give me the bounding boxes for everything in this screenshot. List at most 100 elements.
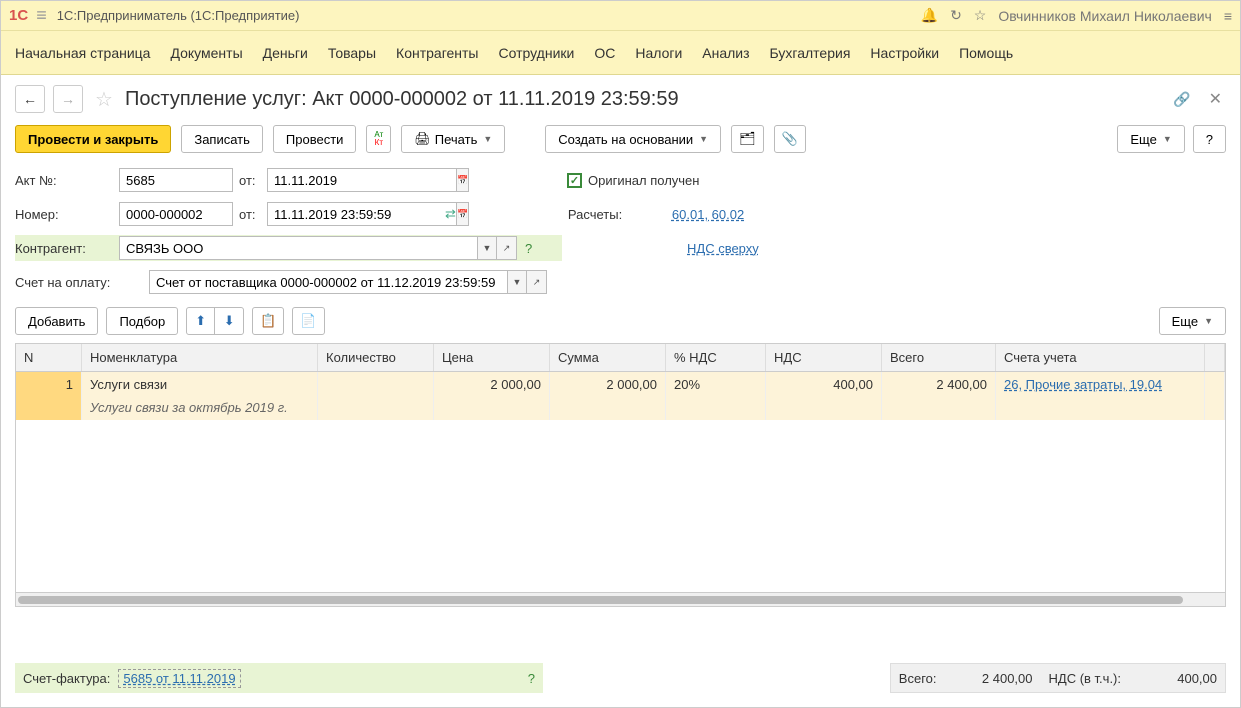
number-input[interactable] [119,202,233,226]
menu-help[interactable]: Помощь [959,45,1013,61]
write-button[interactable]: Записать [181,125,263,153]
number-label: Номер: [15,207,119,222]
act-no-input[interactable] [119,168,233,192]
link-icon[interactable]: 🔗 [1173,91,1190,108]
copy-button[interactable]: 📋 [252,307,284,335]
menu-taxes[interactable]: Налоги [635,45,682,61]
original-checkbox[interactable]: ✓ [567,173,582,188]
print-button[interactable]: 🖨Печать▼ [401,125,505,153]
vat-mode-link[interactable]: НДС сверху [687,241,759,256]
dtkt-button[interactable]: АтКт [366,125,391,153]
calc-link[interactable]: 60.01, 60.02 [672,207,744,222]
table-row[interactable]: 1 Услуги связи Услуги связи за октябрь 2… [16,372,1225,420]
invoice-label: Счет на оплату: [15,275,149,290]
cell-vats[interactable]: 400,00 [766,372,882,420]
menu-settings[interactable]: Настройки [870,45,939,61]
favorite-star-icon[interactable]: ☆ [95,87,113,112]
col-n[interactable]: N [16,344,82,371]
col-tot[interactable]: Всего [882,344,996,371]
total-value: 2 400,00 [943,671,1033,686]
attach-button[interactable]: 📎 [774,125,806,153]
scrollbar[interactable] [15,593,1226,607]
menu-analysis[interactable]: Анализ [702,45,749,61]
close-icon[interactable]: ✕ [1209,89,1222,109]
calendar-icon[interactable]: 📅 [456,202,469,226]
menu-icon[interactable]: ≡ [1224,8,1232,24]
col-vats[interactable]: НДС [766,344,882,371]
title-bar: 1С ≡ 1С:Предприниматель (1С:Предприятие)… [1,1,1240,31]
act-date-input[interactable] [267,168,456,192]
paste-button[interactable]: 📄 [292,307,324,335]
cell-sum[interactable]: 2 000,00 [550,372,666,420]
post-button[interactable]: Провести [273,125,357,153]
calendar-icon[interactable]: 📅 [456,168,469,192]
col-vat[interactable]: % НДС [666,344,766,371]
bell-icon[interactable]: 🔔 [921,7,938,24]
pick-button[interactable]: Подбор [106,307,178,335]
table-toolbar: Добавить Подбор ⬆ ⬇ 📋 📄 Еще▼ [1,303,1240,339]
act-no-label: Акт №: [15,173,119,188]
post-and-close-button[interactable]: Провести и закрыть [15,125,171,153]
history-icon[interactable]: ↻ [950,7,962,24]
app-logo: 1С [9,7,28,24]
contragent-help[interactable]: ? [525,241,532,256]
move-up-icon[interactable]: ⬆ [187,308,215,334]
vat-value: 400,00 [1127,671,1217,686]
cell-acc[interactable]: 26, Прочие затраты, 19.04 [996,372,1205,420]
total-label: Всего: [899,671,937,686]
contragent-label: Контрагент: [15,241,119,256]
cell-vat[interactable]: 20% [666,372,766,420]
menu-os[interactable]: ОС [594,45,615,61]
add-button[interactable]: Добавить [15,307,98,335]
user-name[interactable]: Овчинников Михаил Николаевич [998,8,1211,24]
more-button[interactable]: Еще▼ [1117,125,1184,153]
col-acc[interactable]: Счета учета [996,344,1205,371]
calc-label: Расчеты: [568,207,672,222]
cell-price[interactable]: 2 000,00 [434,372,550,420]
contragent-input[interactable] [119,236,477,260]
cell-tot[interactable]: 2 400,00 [882,372,996,420]
app-title: 1С:Предприниматель (1С:Предприятие) [57,8,921,23]
nav-forward-button[interactable]: → [53,85,83,113]
menu-home[interactable]: Начальная страница [15,45,150,61]
col-price[interactable]: Цена [434,344,550,371]
col-qty[interactable]: Количество [318,344,434,371]
dropdown-icon[interactable]: ▼ [477,236,497,260]
refresh-icon[interactable]: ⇄ [445,206,456,222]
menu-goods[interactable]: Товары [328,45,376,61]
invoice-facture-link[interactable]: 5685 от 11.11.2019 [118,669,240,688]
nav-back-button[interactable]: ← [15,85,45,113]
from-label-1: от: [239,173,267,188]
dropdown-icon[interactable]: ▼ [507,270,527,294]
doc-header: ← → ☆ Поступление услуг: Акт 0000-000002… [1,75,1240,119]
open-icon[interactable]: ↗ [527,270,547,294]
menu-docs[interactable]: Документы [170,45,242,61]
form-area: Акт №: от: 📅 ✓ Оригинал получен Номер: о… [1,167,1240,295]
invoice-facture-help[interactable]: ? [528,671,535,686]
menu-employees[interactable]: Сотрудники [499,45,575,61]
table-more-button[interactable]: Еще▼ [1159,307,1226,335]
invoice-input[interactable] [149,270,507,294]
cell-qty[interactable] [318,372,434,420]
footer: Счет-фактура: 5685 от 11.11.2019 ? Всего… [1,663,1240,693]
star-icon[interactable]: ☆ [974,7,987,24]
table-body: 1 Услуги связи Услуги связи за октябрь 2… [16,372,1225,592]
menu-contragents[interactable]: Контрагенты [396,45,478,61]
invoice-facture-label: Счет-фактура: [23,671,110,686]
menu-money[interactable]: Деньги [263,45,308,61]
cell-nom[interactable]: Услуги связи Услуги связи за октябрь 201… [82,372,318,420]
number-date-input[interactable] [267,202,456,226]
cell-n[interactable]: 1 [16,372,82,420]
col-nom[interactable]: Номенклатура [82,344,318,371]
move-down-icon[interactable]: ⬇ [215,308,243,334]
create-based-button[interactable]: Создать на основании▼ [545,125,721,153]
hamburger-icon[interactable]: ≡ [36,5,47,26]
menu-accounting[interactable]: Бухгалтерия [770,45,851,61]
printer-icon: 🖨 [414,131,431,147]
help-button[interactable]: ? [1193,125,1226,153]
open-icon[interactable]: ↗ [497,236,517,260]
table-header: N Номенклатура Количество Цена Сумма % Н… [16,344,1225,372]
structure-button[interactable]: 🗂 [731,125,764,153]
doc-title: Поступление услуг: Акт 0000-000002 от 11… [125,88,1165,111]
col-sum[interactable]: Сумма [550,344,666,371]
